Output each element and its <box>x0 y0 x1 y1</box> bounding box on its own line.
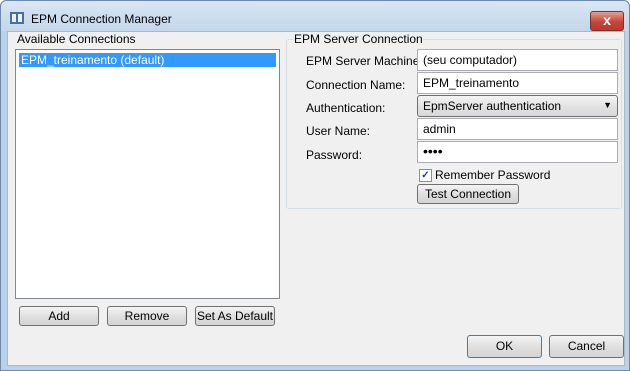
server-machine-field[interactable]: (seu computador) <box>417 49 618 71</box>
remember-password-checkbox[interactable]: ✓ <box>419 169 432 182</box>
set-as-default-button[interactable]: Set As Default <box>195 306 275 326</box>
dialog-body: Available Connections EPM_treinamento (d… <box>7 31 625 366</box>
epm-app-icon <box>10 12 24 24</box>
cancel-button[interactable]: Cancel <box>549 335 624 358</box>
connection-name-label: Connection Name: <box>306 78 406 92</box>
server-machine-label: EPM Server Machine: <box>306 54 423 68</box>
dialog-window: EPM Connection Manager x Available Conne… <box>0 0 630 371</box>
remember-password-label[interactable]: Remember Password <box>435 168 550 182</box>
close-button[interactable]: x <box>590 11 624 31</box>
add-button[interactable]: Add <box>19 306 99 326</box>
authentication-value: EpmServer authentication <box>423 99 562 113</box>
authentication-select[interactable]: EpmServer authentication ▼ <box>417 95 618 117</box>
password-label: Password: <box>306 148 363 162</box>
test-connection-button[interactable]: Test Connection <box>417 184 519 204</box>
connection-name-field[interactable]: EPM_treinamento <box>417 72 618 94</box>
remove-button[interactable]: Remove <box>107 306 187 326</box>
user-name-label: User Name: <box>306 124 371 138</box>
available-connections-heading: Available Connections <box>17 32 136 46</box>
user-name-field[interactable]: admin <box>417 118 618 140</box>
chevron-down-icon: ▼ <box>603 100 612 110</box>
server-connection-heading: EPM Server Connection <box>294 32 423 46</box>
authentication-label: Authentication: <box>306 101 386 115</box>
connections-list[interactable]: EPM_treinamento (default) <box>15 49 280 299</box>
ok-button[interactable]: OK <box>467 335 542 358</box>
close-icon: x <box>603 12 611 28</box>
list-item[interactable]: EPM_treinamento (default) <box>19 53 276 67</box>
title-bar[interactable]: EPM Connection Manager x <box>1 1 629 31</box>
checkmark-icon: ✓ <box>421 170 430 181</box>
window-title: EPM Connection Manager <box>31 12 172 26</box>
password-field[interactable]: •••• <box>417 141 618 163</box>
